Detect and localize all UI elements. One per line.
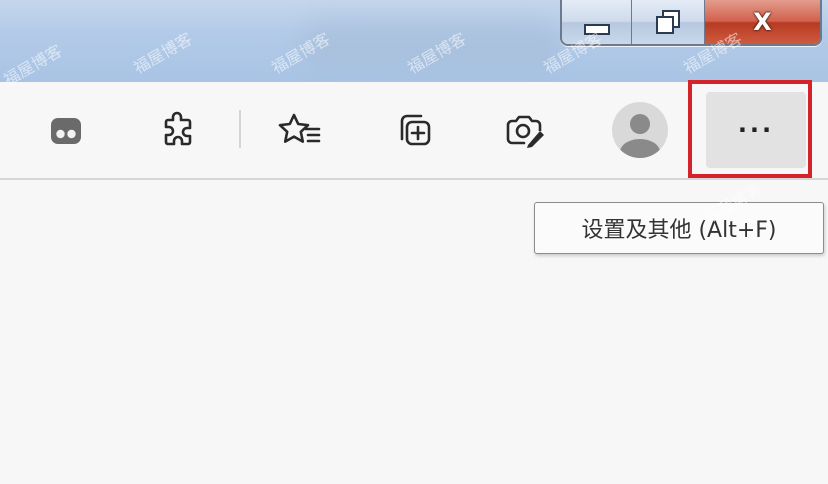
window-titlebar: X <box>0 0 828 82</box>
extensions-button[interactable] <box>148 100 208 160</box>
close-button[interactable]: X <box>704 0 820 44</box>
screenshot-button[interactable] <box>494 100 554 160</box>
titlebar-glass-blur <box>300 18 560 68</box>
window-controls: X <box>560 0 822 46</box>
profile-avatar-icon <box>612 102 668 158</box>
screenshot-camera-icon <box>506 115 544 148</box>
minimize-icon <box>583 23 610 35</box>
toolbar-divider <box>239 110 241 148</box>
extension-badge-button[interactable] <box>36 100 96 160</box>
restore-button[interactable] <box>632 0 705 44</box>
highlight-box <box>688 80 812 178</box>
minimize-button[interactable] <box>562 0 633 44</box>
close-icon: X <box>753 8 772 36</box>
restore-icon <box>656 10 681 34</box>
favorites-button[interactable] <box>270 100 330 160</box>
collections-button[interactable] <box>384 100 444 160</box>
extension-badge-icon <box>51 118 81 144</box>
profile-button[interactable] <box>610 100 670 160</box>
collections-icon <box>400 114 431 146</box>
favorites-star-icon <box>278 113 321 143</box>
extensions-puzzle-icon <box>164 111 192 146</box>
tooltip: 设置及其他 (Alt+F) <box>534 202 824 254</box>
